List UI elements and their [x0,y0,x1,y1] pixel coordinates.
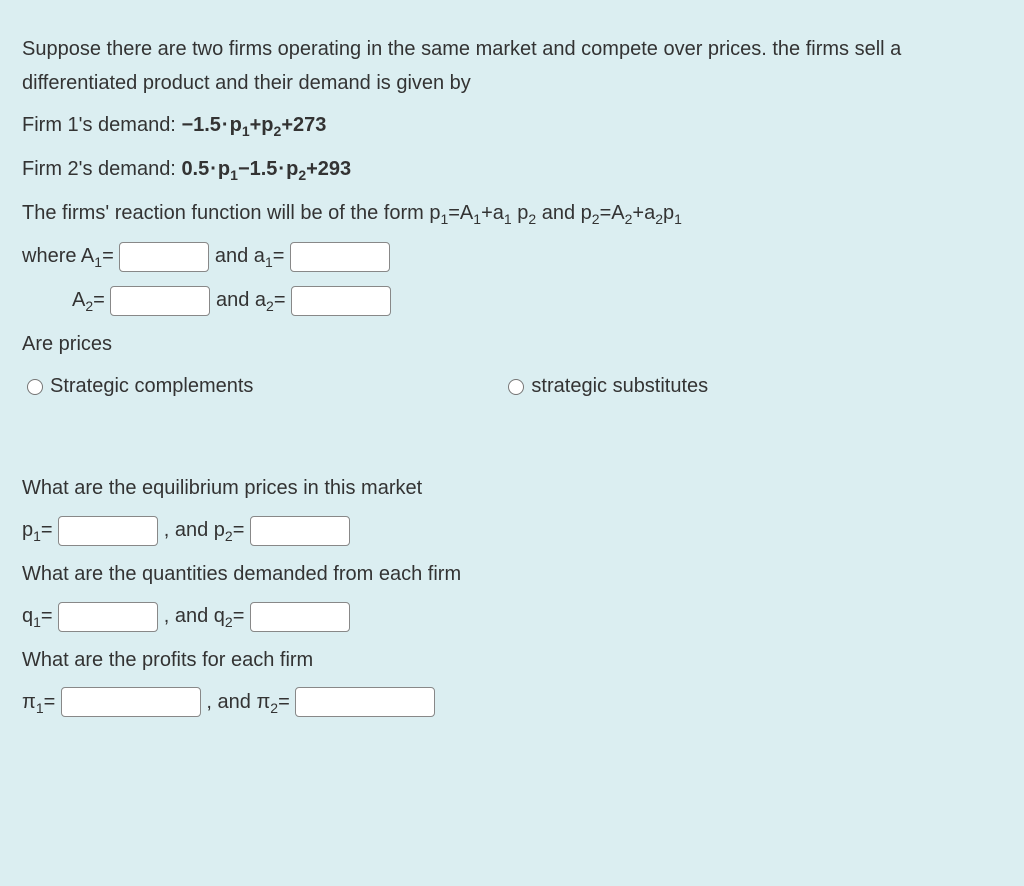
quantities-question: What are the quantities demanded from ea… [22,557,1002,591]
firm2-demand-line: Firm 2's demand: 0.5·p1−1.5·p2+293 [22,152,1002,188]
sub-A1: 1 [94,254,102,270]
A2-label: A [72,289,85,311]
input-A2[interactable] [110,286,210,316]
radio-group-prices: Strategic complements strategic substitu… [22,369,1002,403]
option-complements[interactable]: Strategic complements [22,369,253,403]
radio-substitutes[interactable] [508,379,524,395]
profits-question: What are the profits for each firm [22,643,1002,677]
eq-1: = [102,245,114,267]
input-a2[interactable] [291,286,391,316]
rx-m1: =A [448,202,473,224]
intro-text: Suppose there are two firms operating in… [22,32,1002,100]
input-q2[interactable] [250,602,350,632]
firm1-label: Firm 1's demand: [22,114,181,136]
rx-m6: p [663,202,674,224]
sub-A2: 2 [85,298,93,314]
firm2-expr: 0.5·p1−1.5·p2+293 [181,158,351,180]
label-complements: Strategic complements [50,369,253,403]
eq-q2: = [233,605,245,627]
sub-1d: 1 [674,211,682,227]
eq-pi2: = [278,691,290,713]
sub-a2: 2 [266,298,274,314]
and-a1-label: and a [215,245,265,267]
p1-label: p [22,519,33,541]
and-pi2-label: , and π [206,691,270,713]
input-pi2[interactable] [295,687,435,717]
firm2-label: Firm 2's demand: [22,158,181,180]
input-p2[interactable] [250,516,350,546]
gap [22,403,1002,463]
eq-2: = [273,245,285,267]
and-a2-label: and a [216,289,266,311]
rx-m3: p [512,202,529,224]
input-pi1[interactable] [61,687,201,717]
eq-p2: = [233,519,245,541]
firm1-demand-line: Firm 1's demand: −1.5·p1+p2+273 [22,108,1002,144]
option-substitutes[interactable]: strategic substitutes [503,369,708,403]
where-label: where A [22,245,94,267]
eq-p1: = [41,519,53,541]
sub-a1: 1 [265,254,273,270]
input-A1[interactable] [119,242,209,272]
reaction-function-line: The firms' reaction function will be of … [22,196,1002,232]
radio-complements[interactable] [27,379,43,395]
sub-q2: 2 [225,614,233,630]
sub-p2: 2 [225,528,233,544]
sub-pi1: 1 [36,700,44,716]
rx-m5: +a [632,202,655,224]
sub-pi2: 2 [270,700,278,716]
A2-a2-line: A2= and a2= [72,283,1002,319]
and-q2-label: , and q [164,605,225,627]
input-a1[interactable] [290,242,390,272]
eq-pi1: = [44,691,56,713]
A1-a1-line: where A1= and a1= [22,239,1002,275]
reaction-pre: The firms' reaction function will be of … [22,202,440,224]
firm1-expr: −1.5·p1+p2+273 [181,114,326,136]
sub-2: 2 [528,211,536,227]
are-prices-text: Are prices [22,327,1002,361]
eq-4: = [274,289,286,311]
sub-p1: 1 [33,528,41,544]
sub-q1: 1 [33,614,41,630]
q1-label: q [22,605,33,627]
eq-prices-question: What are the equilibrium prices in this … [22,471,1002,505]
rx-m2: +a [481,202,504,224]
input-q1[interactable] [58,602,158,632]
input-p1[interactable] [58,516,158,546]
eq-3: = [93,289,105,311]
p1-p2-line: p1= , and p2= [22,513,1002,549]
pi1-pi2-line: π1= , and π2= [22,685,1002,721]
question-page: Suppose there are two firms operating in… [0,0,1024,752]
pi1-label: π [22,691,36,713]
label-substitutes: strategic substitutes [531,369,708,403]
eq-q1: = [41,605,53,627]
sub-2d: 2 [655,211,663,227]
sub-1c: 1 [504,211,512,227]
sub-2b: 2 [592,211,600,227]
and-p2-label: , and p [164,519,225,541]
sub-1b: 1 [473,211,481,227]
rx-and: and p [536,202,592,224]
rx-m4: =A [600,202,625,224]
q1-q2-line: q1= , and q2= [22,599,1002,635]
